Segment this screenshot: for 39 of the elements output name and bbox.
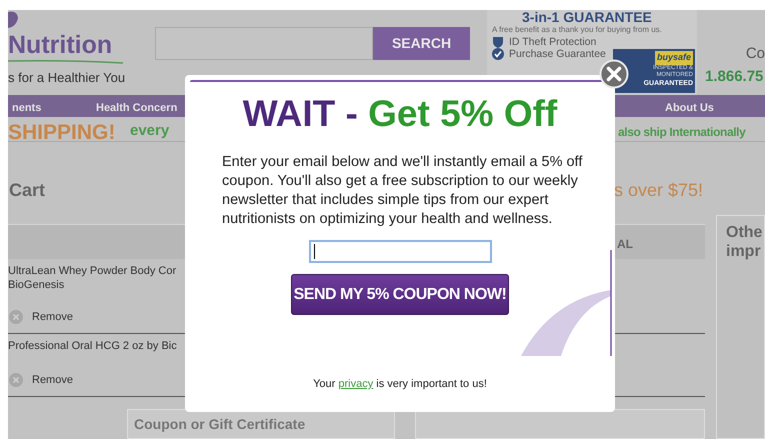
promo-highlight: SHIPPING! <box>8 120 116 146</box>
contact-label: Co <box>746 44 765 64</box>
tagline: s for a Healthier You <box>8 69 126 87</box>
product-name: UltraLean Whey Powder Body Cor <box>8 264 176 278</box>
guarantee-item: Purchase Guarantee <box>509 48 606 60</box>
sidebar-title: impr <box>726 242 761 261</box>
badge-brand: buysafe <box>654 51 693 64</box>
remove-link[interactable]: Remove <box>32 308 73 325</box>
coupon-panel[interactable]: Coupon or Gift Certificate <box>127 409 395 439</box>
remove-icon[interactable] <box>9 372 23 387</box>
close-icon[interactable] <box>599 59 629 89</box>
promo-text: also ship Internationally <box>618 124 746 142</box>
remove-icon[interactable] <box>9 310 23 324</box>
guarantee-title: 3-in-1 GUARANTEE <box>522 10 652 25</box>
phone-number: 1.866.75 <box>705 66 764 86</box>
promo-text: every <box>130 121 170 142</box>
check-icon <box>492 48 504 60</box>
remove-link[interactable]: Remove <box>32 372 73 388</box>
nav-link[interactable]: Health Concern <box>96 100 178 116</box>
send-coupon-button[interactable]: SEND MY 5% COUPON NOW! <box>291 274 509 315</box>
guarantee-item: ID Theft Protection <box>509 36 596 48</box>
guarantee-subtitle: A free benefit as a thank you for buying from us. <box>492 25 662 35</box>
product-brand: BioGenesis <box>8 278 64 292</box>
logo-text: Nutrition <box>8 30 112 60</box>
search-field[interactable] <box>155 27 373 60</box>
search-button[interactable]: SEARCH <box>373 27 470 60</box>
free-shipping-note: s over $75! <box>614 179 703 202</box>
product-name: Professional Oral HCG 2 oz by Bic <box>8 339 177 353</box>
sidebar-title: Othe <box>726 223 762 242</box>
leaf-icon <box>8 10 18 28</box>
nav-link[interactable]: About Us <box>665 100 714 116</box>
nav-link[interactable]: nents <box>12 100 42 116</box>
privacy-link[interactable]: privacy <box>338 378 374 390</box>
popup-title: WAIT - Get 5% Off <box>242 93 558 135</box>
cart-title: Cart <box>9 179 46 202</box>
email-field[interactable] <box>308 240 492 263</box>
privacy-note: Your privacy is very important to us! <box>312 377 488 392</box>
column-header: AL <box>617 236 633 253</box>
popup-message: Enter your email below and we'll instantly email a 5% off coupon. You'll also get a free subscription to our weekly newsletter that includes simple tips from our expert nutritionists on optimizing your health and wellness. <box>221 153 584 229</box>
